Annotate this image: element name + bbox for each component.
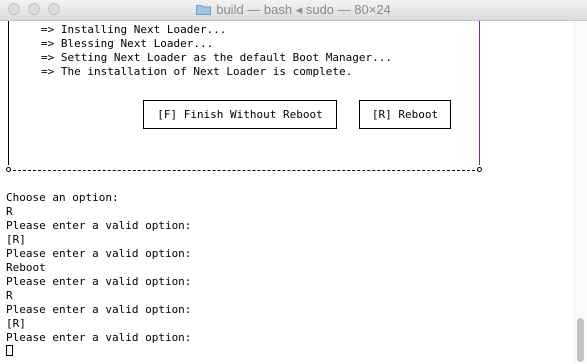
install-step-line: => Setting Next Loader as the default Bo… — [41, 51, 392, 64]
console-line: Please enter a valid option: — [6, 303, 192, 316]
frame-corner-right — [477, 167, 482, 172]
window-title: build — bash ◂ sudo — 80×24 — [216, 2, 391, 17]
reboot-button[interactable]: [R] Reboot — [359, 100, 451, 129]
scrollbar-thumb[interactable] — [577, 318, 584, 362]
terminal-window: build — bash ◂ sudo — 80×24 => Installin… — [0, 0, 587, 364]
frame-right-border — [479, 21, 480, 165]
finish-without-reboot-button[interactable]: [F] Finish Without Reboot — [143, 100, 337, 129]
console-line: R — [6, 289, 13, 302]
frame-corner-left — [6, 167, 11, 172]
console-line: Please enter a valid option: — [6, 219, 192, 232]
console-line: [R] — [6, 317, 26, 330]
title-bar: build — bash ◂ sudo — 80×24 — [0, 0, 587, 21]
console-line: R — [6, 205, 13, 218]
install-step-line: => Installing Next Loader... — [41, 23, 227, 36]
console-line: Choose an option: — [6, 191, 119, 204]
install-step-line: => The installation of Next Loader is co… — [41, 65, 353, 78]
text-cursor[interactable] — [6, 345, 13, 356]
install-step-line: => Blessing Next Loader... — [41, 37, 214, 50]
frame-left-border — [8, 21, 9, 165]
vertical-scrollbar[interactable] — [574, 21, 587, 364]
console-line: Please enter a valid option: — [6, 275, 192, 288]
console-line: Reboot — [6, 261, 46, 274]
window-title-area: build — bash ◂ sudo — 80×24 — [0, 2, 587, 18]
console-line: Please enter a valid option: — [6, 247, 192, 260]
folder-icon — [196, 4, 212, 15]
terminal-content[interactable]: => Installing Next Loader... => Blessing… — [0, 21, 575, 364]
console-line: [R] — [6, 233, 26, 246]
console-line: Please enter a valid option: — [6, 331, 192, 344]
frame-bottom-border — [8, 170, 480, 171]
